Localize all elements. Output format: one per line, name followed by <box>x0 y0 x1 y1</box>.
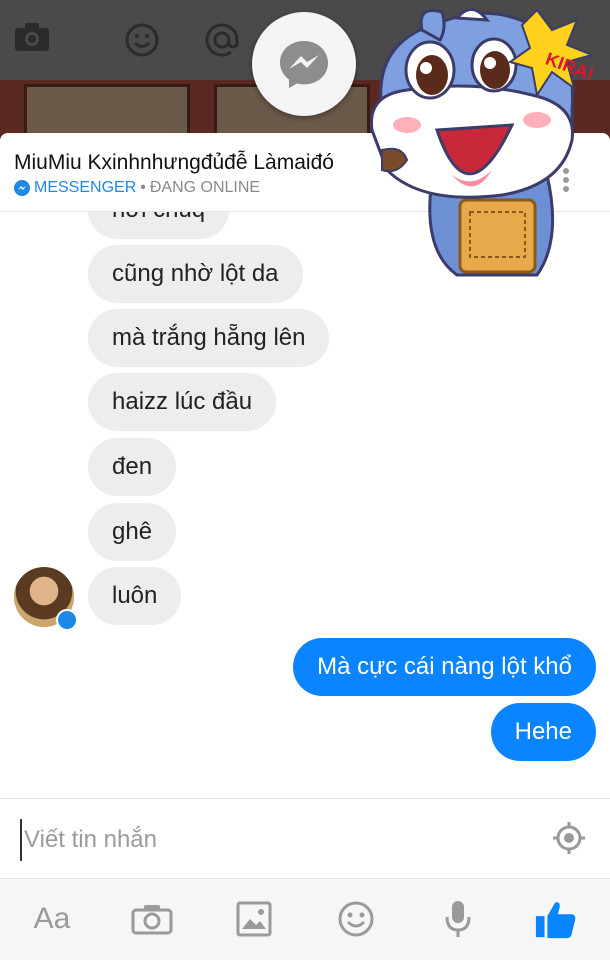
kira-sticker[interactable]: KIRA! <box>362 0 610 280</box>
like-icon[interactable] <box>534 897 578 941</box>
background-mood-icon <box>124 22 160 58</box>
location-target-icon[interactable] <box>552 821 586 860</box>
contact-status-line: MESSENGER • ĐANG ONLINE <box>14 179 260 197</box>
separator: • <box>140 179 146 196</box>
messenger-icon <box>280 41 328 88</box>
message-bubble-received[interactable]: đen <box>88 438 177 496</box>
message-bubble-received[interactable]: cũng nhờ lột da <box>88 245 303 303</box>
source-label: MESSENGER <box>34 179 137 196</box>
messenger-badge-icon <box>56 609 78 631</box>
message-bubble-received[interactable]: luôn <box>88 567 182 625</box>
emoji-icon[interactable] <box>334 897 378 941</box>
contact-name[interactable]: MiuMiu Kxinhnhưngđủđễ Làmaiđó <box>14 151 334 175</box>
message-bubble-sent[interactable]: Hehe <box>490 703 596 761</box>
message-bubble-received[interactable]: haizz lúc đầu <box>88 373 277 431</box>
message-bubble-sent[interactable]: Mà cực cái nàng lột khổ <box>293 638 596 696</box>
gallery-icon[interactable] <box>232 897 276 941</box>
messenger-badge-icon <box>14 180 30 196</box>
background-camera-icon <box>14 22 50 58</box>
online-status: ĐANG ONLINE <box>149 179 261 196</box>
microphone-icon[interactable] <box>436 897 480 941</box>
message-bubble-received[interactable]: ghê <box>88 503 177 561</box>
camera-icon[interactable] <box>130 897 174 941</box>
text-format-button[interactable]: Aa <box>30 897 74 941</box>
message-input[interactable] <box>20 819 526 861</box>
message-bubble-received[interactable]: mà trắng hẵng lên <box>88 309 330 367</box>
messenger-chathead[interactable] <box>252 12 356 116</box>
message-composer <box>0 798 610 879</box>
background-at-icon <box>204 22 240 58</box>
composer-toolbar: Aa <box>0 878 610 960</box>
